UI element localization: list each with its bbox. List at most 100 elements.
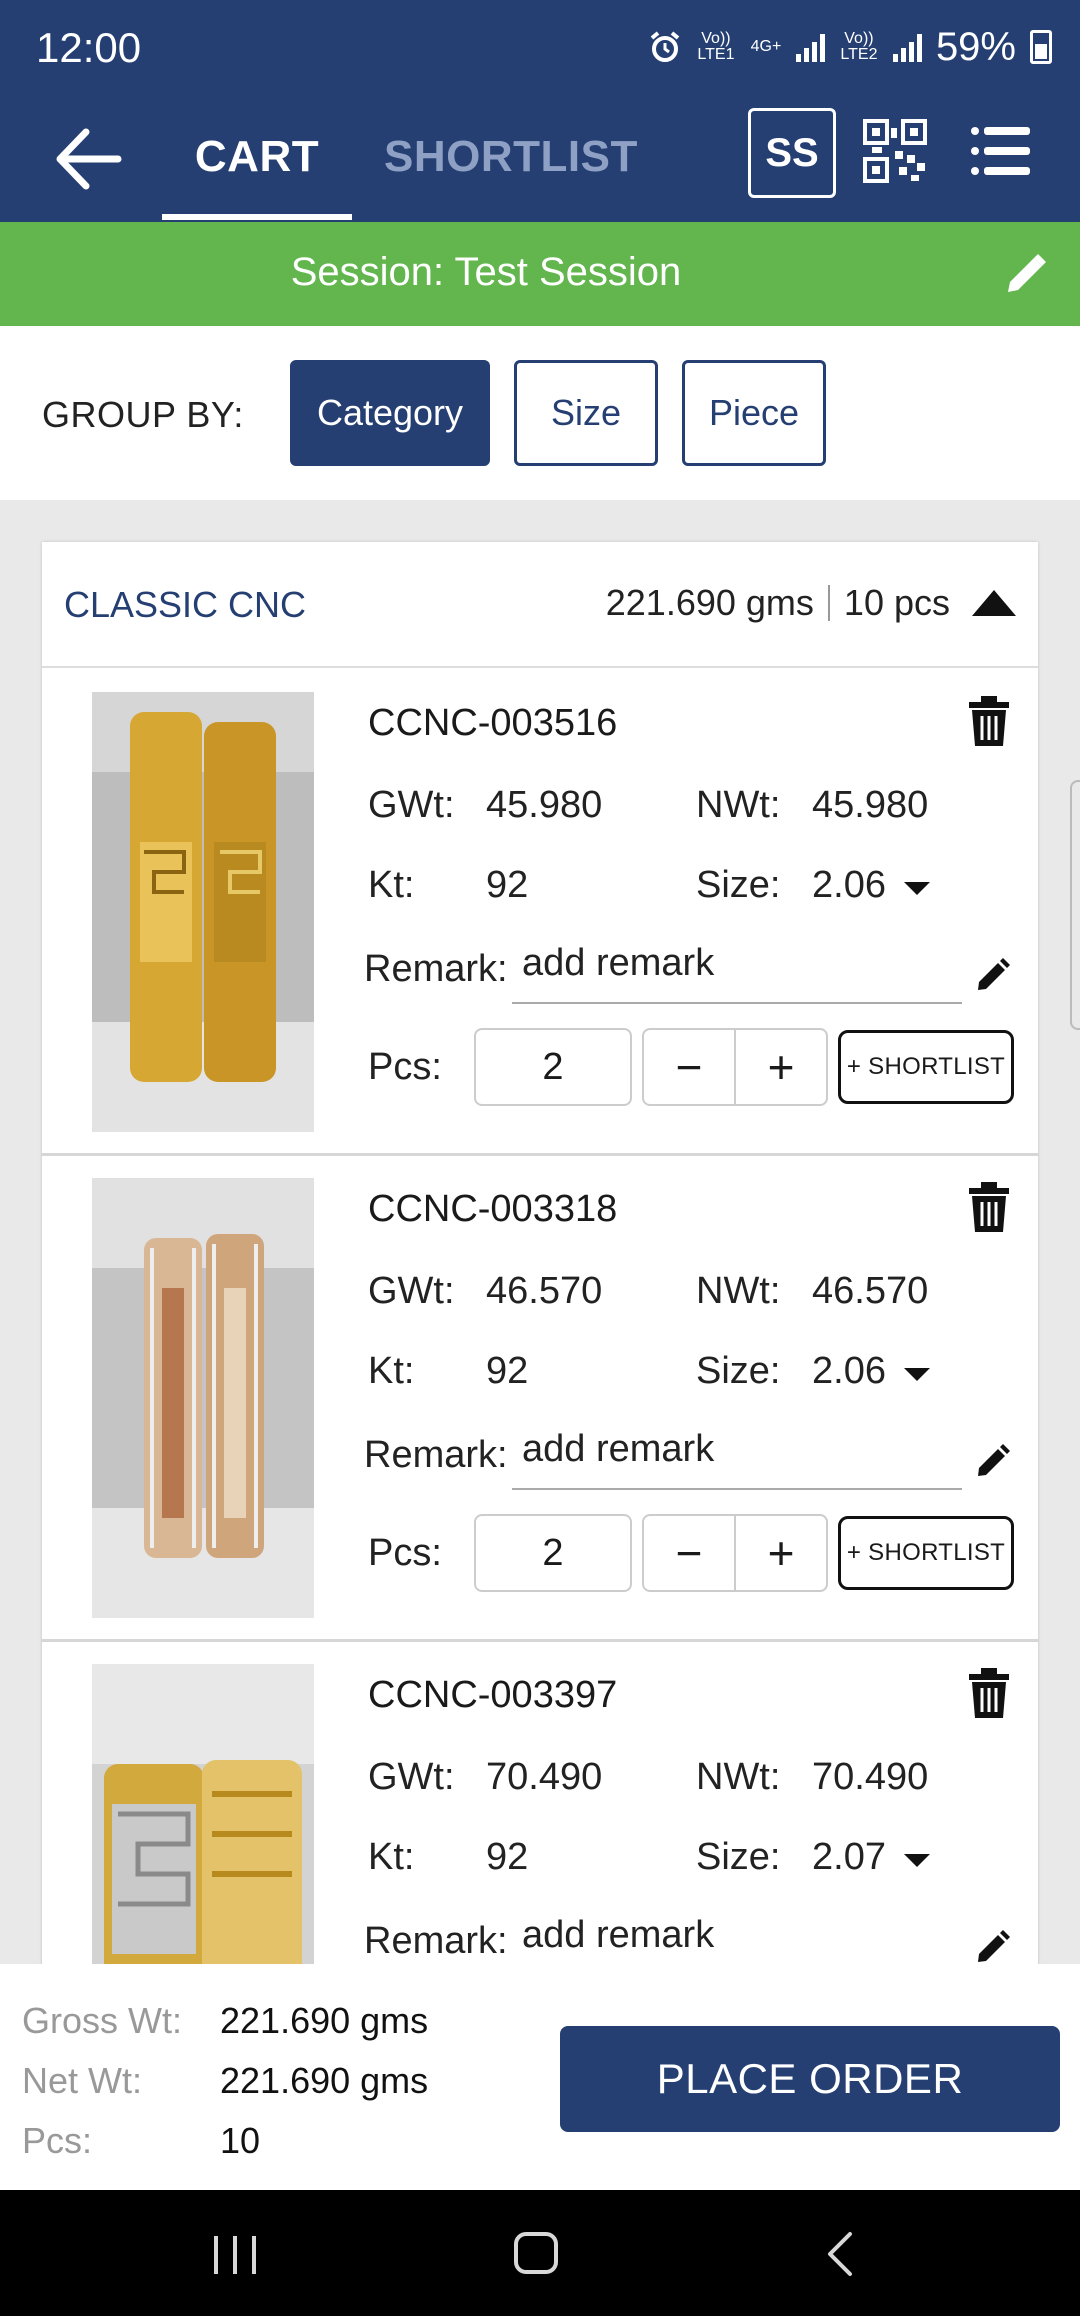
gwt-label: GWt: [368,1270,455,1312]
nav-back-icon[interactable] [824,2230,854,2278]
size-label: Size: [696,864,781,906]
group-by-size-button[interactable]: Size [514,360,658,466]
dropdown-caret-icon[interactable] [904,1854,930,1867]
trash-icon[interactable] [968,694,1010,748]
size-value[interactable]: 2.07 [812,1836,886,1879]
status-icons: Vo)) LTE1 4G+ Vo)) LTE2 59% [648,22,1052,72]
pcs-label: Pcs: [368,1046,442,1088]
gwt-value: 45.980 [486,784,603,826]
size-value[interactable]: 2.06 [812,1350,886,1393]
remark-label: Remark: [364,1920,508,1962]
remark-input[interactable]: add remark [522,1428,714,1471]
collapse-triangle-icon[interactable] [972,590,1016,616]
cart-item: CCNC-003516 GWt: 45.980 NWt: 45.980 Kt: … [42,670,1038,1156]
tab-shortlist[interactable]: SHORTLIST [384,132,638,182]
gwt-value: 70.490 [486,1756,603,1798]
group-by-bar: GROUP BY: Category Size Piece [0,326,1080,500]
remark-label: Remark: [364,1434,508,1476]
pcs-total-value: 10 [220,2120,261,2161]
category-pcs: 10 pcs [843,582,950,623]
trash-icon[interactable] [968,1180,1010,1234]
user-initials-button[interactable]: SS [748,108,836,198]
increment-button[interactable]: + [736,1030,826,1104]
pcs-input[interactable]: 2 [474,1514,632,1592]
back-arrow-icon[interactable] [52,126,122,192]
gross-wt-value: 221.690 gms [220,2000,429,2041]
place-order-button[interactable]: PLACE ORDER [560,2026,1060,2132]
tab-cart-indicator [162,214,352,220]
kt-label: Kt: [368,1836,415,1878]
cart-item: CCNC-003397 GWt: 70.490 NWt: 70.490 Kt: … [42,1642,1038,1966]
item-code: CCNC-003318 [368,1188,618,1230]
quantity-stepper: − + [642,1514,828,1592]
system-nav-bar [0,2190,1080,2316]
size-value[interactable]: 2.06 [812,864,886,907]
kt-label: Kt: [368,864,415,906]
nwt-value: 46.570 [812,1270,929,1312]
divider [827,585,830,621]
item-code: CCNC-003397 [368,1674,618,1716]
decrement-button[interactable]: − [644,1516,736,1590]
remark-label: Remark: [364,948,508,990]
remark-input[interactable]: add remark [522,942,714,985]
signal-2-icon [892,32,922,62]
tab-cart[interactable]: CART [162,132,352,182]
group-by-label: GROUP BY: [42,394,244,435]
group-by-category-button[interactable]: Category [290,360,490,466]
add-to-shortlist-button[interactable]: + SHORTLIST [838,1030,1014,1104]
nwt-value: 70.490 [812,1756,929,1798]
category-weight: 221.690 gms [605,582,814,623]
edit-remark-icon[interactable] [976,1930,1010,1964]
pcs-input[interactable]: 2 [474,1028,632,1106]
net-wt-value: 221.690 gms [220,2060,429,2101]
app-bar: CART SHORTLIST SS [0,96,1080,222]
category-card: CLASSIC CNC 221.690 gms 10 pcs CCNC-0035… [42,542,1038,1966]
kt-value: 92 [486,1836,529,1878]
kt-value: 92 [486,1350,529,1392]
trash-icon[interactable] [968,1666,1010,1720]
size-label: Size: [696,1350,781,1392]
edit-remark-icon[interactable] [976,958,1010,992]
product-image[interactable] [92,1178,314,1618]
sim2-label: Vo)) LTE2 [840,30,878,63]
remark-input[interactable]: add remark [522,1914,714,1957]
gwt-value: 46.570 [486,1270,603,1312]
nwt-value: 45.980 [812,784,929,826]
category-name: CLASSIC CNC [64,584,307,625]
group-by-piece-button[interactable]: Piece [682,360,826,466]
remark-underline [512,1488,962,1490]
size-label: Size: [696,1836,781,1878]
decrement-button[interactable]: − [644,1030,736,1104]
product-image[interactable] [92,1664,314,1966]
gwt-label: GWt: [368,784,455,826]
add-to-shortlist-button[interactable]: + SHORTLIST [838,1516,1014,1590]
increment-button[interactable]: + [736,1516,826,1590]
alarm-icon [650,31,680,62]
recent-apps-icon[interactable] [214,2236,256,2274]
edit-remark-icon[interactable] [976,1444,1010,1478]
pcs-total-label: Pcs: [22,2120,93,2161]
signal-1-icon [795,32,825,62]
edit-pencil-icon[interactable] [1004,252,1048,296]
status-bar: 12:00 Vo)) LTE1 4G+ Vo)) LTE2 59% [0,0,1080,96]
category-header[interactable]: CLASSIC CNC 221.690 gms 10 pcs [42,542,1038,668]
battery-percent: 59% [935,24,1016,69]
nwt-label: NWt: [696,1756,781,1798]
remark-underline [512,1002,962,1004]
nwt-label: NWt: [696,1270,781,1312]
gross-wt-label: Gross Wt: [22,2000,182,2041]
dropdown-caret-icon[interactable] [904,882,930,895]
kt-label: Kt: [368,1350,415,1392]
gwt-label: GWt: [368,1756,455,1798]
scroll-indicator [1070,780,1080,1030]
dropdown-caret-icon[interactable] [904,1368,930,1381]
top-app-bar: 12:00 Vo)) LTE1 4G+ Vo)) LTE2 59% CART S… [0,0,1080,222]
home-icon[interactable] [514,2232,558,2274]
order-summary: Gross Wt: 221.690 gms Net Wt: 221.690 gm… [0,1964,1080,2190]
menu-list-icon[interactable] [970,124,1032,178]
status-time: 12:00 [36,24,142,71]
session-bar: Session: Test Session [0,222,1080,326]
qr-code-icon[interactable] [862,118,928,184]
product-image[interactable] [92,692,314,1132]
quantity-stepper: − + [642,1028,828,1106]
